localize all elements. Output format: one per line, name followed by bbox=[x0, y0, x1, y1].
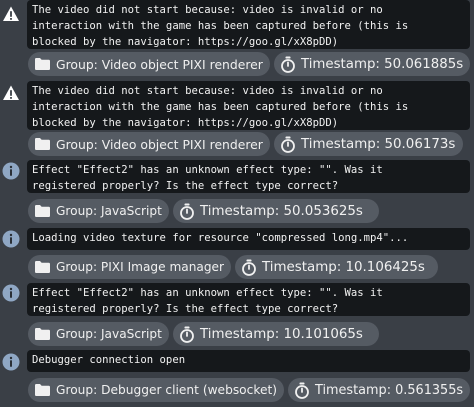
console-log: The video did not start because: video i… bbox=[0, 0, 474, 407]
timestamp-chip[interactable]: Timestamp: 10.101065s bbox=[173, 322, 379, 346]
info-circle-icon bbox=[2, 284, 20, 302]
stopwatch-icon bbox=[180, 203, 194, 220]
timestamp-chip[interactable]: Timestamp: 50.053625s bbox=[173, 199, 379, 223]
timestamp-label: Timestamp: 0.561355s bbox=[315, 382, 464, 398]
group-label: Group: Debugger client (websocket) bbox=[56, 383, 278, 397]
timestamp-chip[interactable]: Timestamp: 0.561355s bbox=[288, 378, 470, 402]
group-chip[interactable]: Group: Debugger client (websocket) bbox=[28, 378, 284, 402]
log-message: The video did not start because: video i… bbox=[27, 0, 470, 49]
log-entry: The video did not start because: video i… bbox=[0, 80, 474, 160]
group-chip[interactable]: Group: Video object PIXI renderer bbox=[28, 132, 270, 156]
log-message: The video did not start because: video i… bbox=[27, 81, 470, 130]
timestamp-label: Timestamp: 50.053625s bbox=[200, 203, 363, 219]
log-entry: Effect "Effect2" has an unknown effect t… bbox=[0, 282, 474, 349]
folder-icon bbox=[35, 58, 50, 70]
stopwatch-icon bbox=[281, 56, 295, 73]
log-entry: Debugger connection open Group: Debugger… bbox=[0, 349, 474, 407]
warning-triangle-icon bbox=[2, 84, 20, 102]
stopwatch-icon bbox=[281, 136, 295, 153]
log-message: Debugger connection open bbox=[27, 350, 470, 372]
group-label: Group: Video object PIXI renderer bbox=[56, 56, 263, 72]
warning-triangle-icon bbox=[2, 5, 20, 23]
timestamp-chip[interactable]: Timestamp: 50.06173s bbox=[274, 132, 463, 156]
timestamp-chip[interactable]: Timestamp: 10.106425s bbox=[235, 255, 438, 279]
info-circle-icon bbox=[2, 162, 20, 180]
timestamp-label: Timestamp: 10.101065s bbox=[200, 326, 363, 342]
folder-icon bbox=[35, 205, 50, 217]
timestamp-label: Timestamp: 50.061885s bbox=[301, 56, 464, 72]
group-label: Group: JavaScript bbox=[56, 204, 162, 218]
log-message: Effect "Effect2" has an unknown effect t… bbox=[27, 160, 470, 193]
group-label: Group: PIXI Image manager bbox=[56, 260, 225, 274]
timestamp-label: Timestamp: 50.06173s bbox=[301, 136, 456, 152]
info-circle-icon bbox=[2, 230, 20, 248]
folder-icon bbox=[35, 261, 50, 273]
group-label: Group: Video object PIXI renderer bbox=[56, 136, 263, 152]
log-entry: The video did not start because: video i… bbox=[0, 0, 474, 80]
log-entry: Loading video texture for resource "comp… bbox=[0, 227, 474, 282]
info-circle-icon bbox=[2, 353, 20, 371]
folder-icon bbox=[35, 328, 50, 340]
stopwatch-icon bbox=[295, 382, 309, 399]
stopwatch-icon bbox=[242, 259, 256, 276]
group-label: Group: JavaScript bbox=[56, 327, 162, 341]
log-message: Loading video texture for resource "comp… bbox=[27, 228, 470, 250]
folder-icon bbox=[35, 138, 50, 150]
folder-icon bbox=[35, 384, 50, 396]
group-chip[interactable]: Group: Video object PIXI renderer bbox=[28, 52, 270, 76]
stopwatch-icon bbox=[180, 326, 194, 343]
group-chip[interactable]: Group: JavaScript bbox=[28, 322, 169, 346]
log-message: Effect "Effect2" has an unknown effect t… bbox=[27, 283, 470, 316]
timestamp-label: Timestamp: 10.106425s bbox=[262, 259, 425, 275]
group-chip[interactable]: Group: PIXI Image manager bbox=[28, 255, 231, 279]
log-entry: Effect "Effect2" has an unknown effect t… bbox=[0, 160, 474, 227]
group-chip[interactable]: Group: JavaScript bbox=[28, 199, 169, 223]
timestamp-chip[interactable]: Timestamp: 50.061885s bbox=[274, 52, 470, 76]
